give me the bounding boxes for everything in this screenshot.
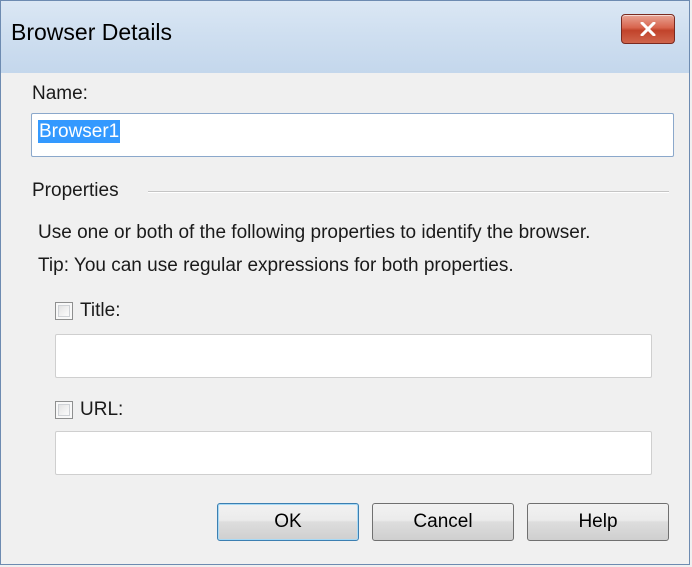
close-button[interactable]	[621, 14, 675, 44]
url-checkbox-label[interactable]: URL:	[80, 399, 123, 421]
name-input-value: Browser1	[38, 120, 121, 143]
name-input[interactable]: Browser1	[31, 113, 674, 157]
url-checkbox[interactable]	[55, 401, 73, 419]
name-label: Name:	[32, 83, 88, 104]
title-checkbox[interactable]	[55, 302, 73, 320]
group-divider	[148, 191, 669, 193]
properties-group-label: Properties	[32, 180, 119, 201]
url-input[interactable]	[55, 431, 652, 475]
title-input[interactable]	[55, 334, 652, 378]
ok-button[interactable]: OK	[217, 503, 359, 541]
dialog-title: Browser Details	[11, 19, 173, 45]
title-checkbox-label[interactable]: Title:	[80, 300, 120, 322]
properties-description: Use one or both of the following propert…	[38, 222, 591, 243]
close-x-icon	[640, 22, 656, 36]
cancel-button[interactable]: Cancel	[372, 503, 514, 541]
title-bar[interactable]: Browser Details	[1, 1, 689, 73]
help-button[interactable]: Help	[527, 503, 669, 541]
browser-details-dialog: Browser Details Name: Browser1 Propertie…	[0, 0, 690, 565]
properties-tip: Tip: You can use regular expressions for…	[38, 255, 514, 276]
